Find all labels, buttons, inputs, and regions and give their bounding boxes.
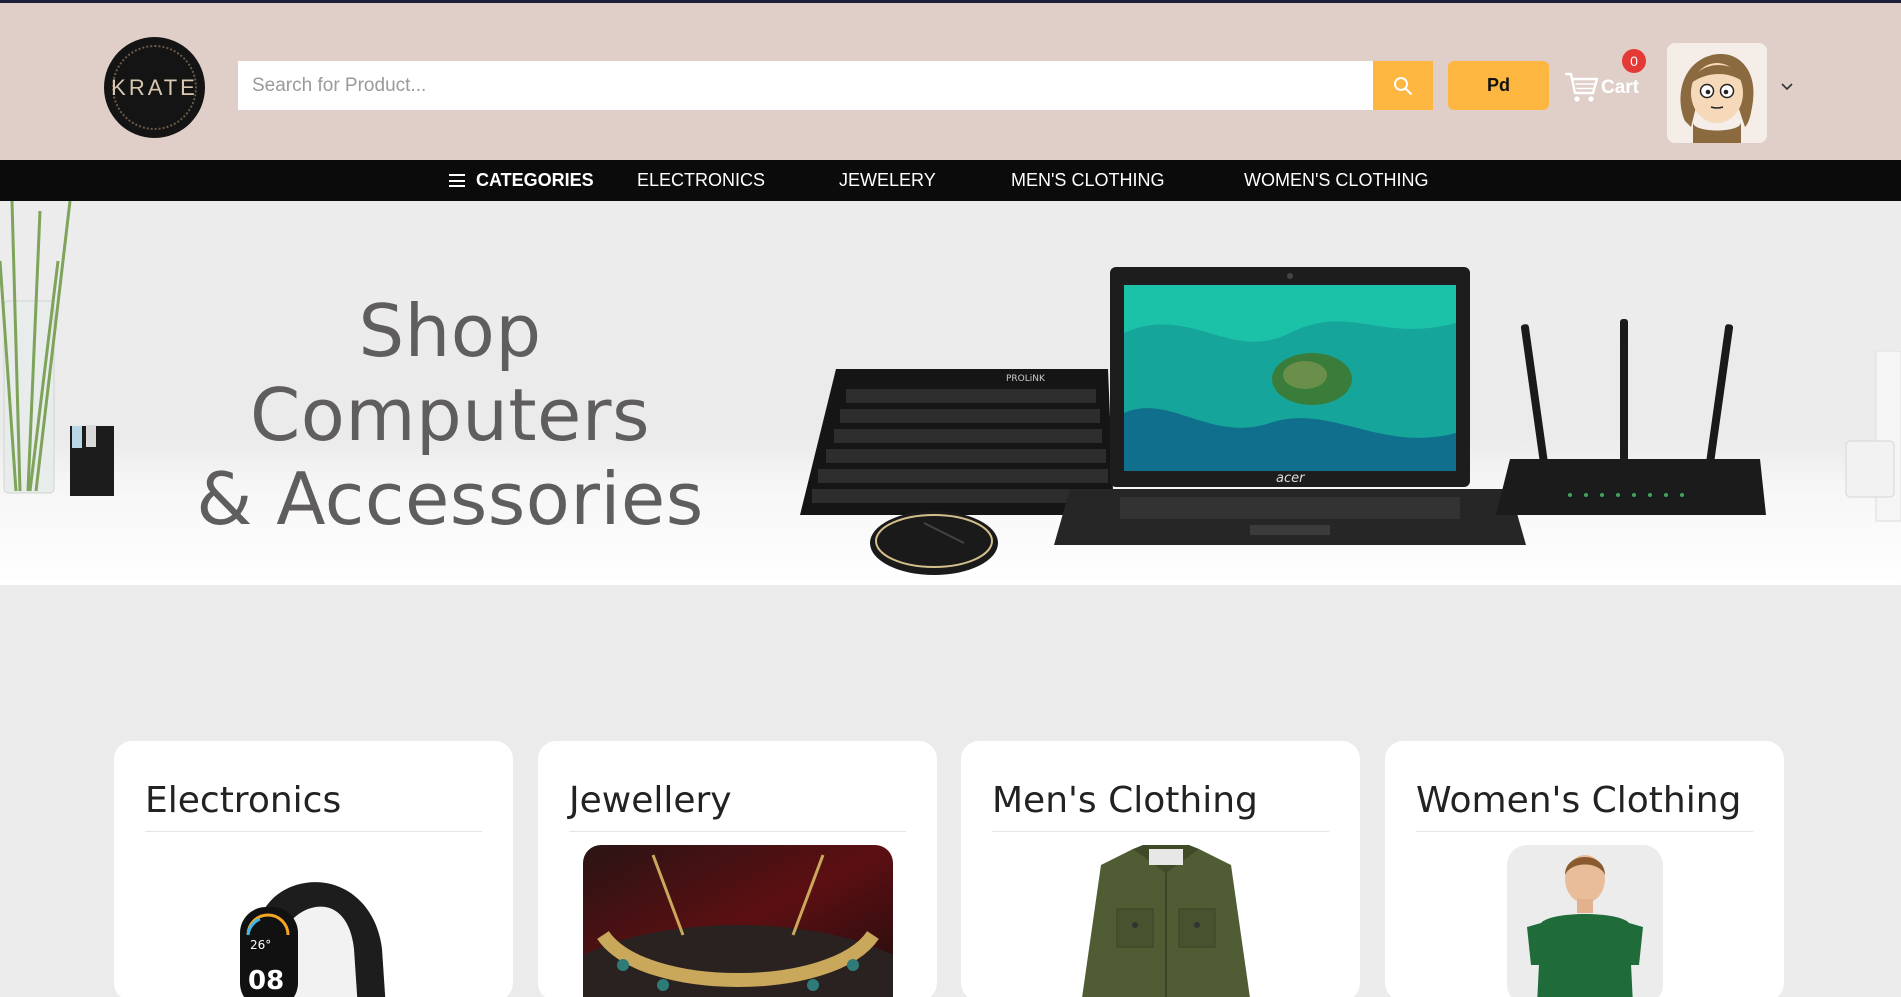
nav-item-electronics[interactable]: ELECTRONICS (637, 160, 765, 201)
category-card-womens-clothing[interactable]: Women's Clothing (1385, 741, 1784, 997)
search-icon (1394, 76, 1413, 95)
card-divider (569, 831, 906, 832)
categories-menu[interactable]: CATEGORIES (449, 160, 594, 201)
header: KRATE Pd Cart 0 (0, 0, 1901, 160)
watch-time: 08 (248, 966, 284, 996)
keyboard-brand: PROLiNK (1006, 374, 1046, 384)
avatar-illustration (1667, 43, 1767, 143)
categories-label: CATEGORIES (476, 170, 594, 190)
necklace-image (583, 845, 893, 997)
banner-line-1: Shop Computers (250, 289, 650, 457)
card-title: Women's Clothing (1416, 780, 1742, 821)
card-divider (145, 831, 482, 832)
cart-button[interactable]: Cart 0 (1565, 49, 1655, 103)
banner-line-2: & Accessories (196, 457, 704, 541)
laptop-brand: acer (1276, 471, 1306, 486)
cart-count-badge: 0 (1622, 49, 1646, 73)
card-title: Electronics (145, 780, 342, 821)
hero-banner[interactable]: Shop Computers & Accessories PROLiNK ace… (0, 201, 1901, 585)
mouse-image (870, 511, 998, 575)
smartband-image: 26° 08 (240, 882, 386, 997)
search-button[interactable] (1373, 61, 1433, 110)
search-input[interactable] (238, 61, 1373, 110)
watch-temp: 26° (250, 938, 271, 952)
user-avatar[interactable] (1667, 43, 1767, 143)
dress-model-image (1507, 845, 1663, 997)
pd-button[interactable]: Pd (1448, 61, 1549, 110)
nav-item-mens-clothing[interactable]: MEN'S CLOTHING (1011, 160, 1164, 201)
chevron-down-icon[interactable] (1778, 77, 1796, 95)
router-image (1496, 319, 1766, 515)
nav-item-jewelery[interactable]: JEWELERY (839, 160, 936, 201)
card-title: Jewellery (569, 780, 732, 821)
cart-label: Cart (1601, 77, 1640, 98)
logo-text: KRATE (111, 74, 198, 100)
laptop-image: acer (1054, 267, 1526, 545)
shirt-image (1082, 845, 1250, 997)
mug-decoration (1845, 351, 1901, 522)
plant-decoration (0, 201, 114, 496)
category-nav: CATEGORIES ELECTRONICS JEWELERY MEN'S CL… (0, 160, 1901, 201)
category-card-electronics[interactable]: Electronics 26° 08 (114, 741, 513, 997)
krate-logo[interactable]: KRATE (104, 37, 205, 138)
category-card-jewellery[interactable]: Jewellery (538, 741, 937, 997)
card-divider (1416, 831, 1753, 832)
category-card-mens-clothing[interactable]: Men's Clothing (961, 741, 1360, 997)
nav-item-womens-clothing[interactable]: WOMEN'S CLOTHING (1244, 160, 1428, 201)
card-title: Men's Clothing (992, 780, 1258, 821)
card-divider (992, 831, 1329, 832)
banner-title: Shop Computers & Accessories (150, 289, 750, 541)
menu-icon (449, 174, 465, 187)
cart-icon (1565, 72, 1599, 102)
search-bar (238, 61, 1433, 110)
